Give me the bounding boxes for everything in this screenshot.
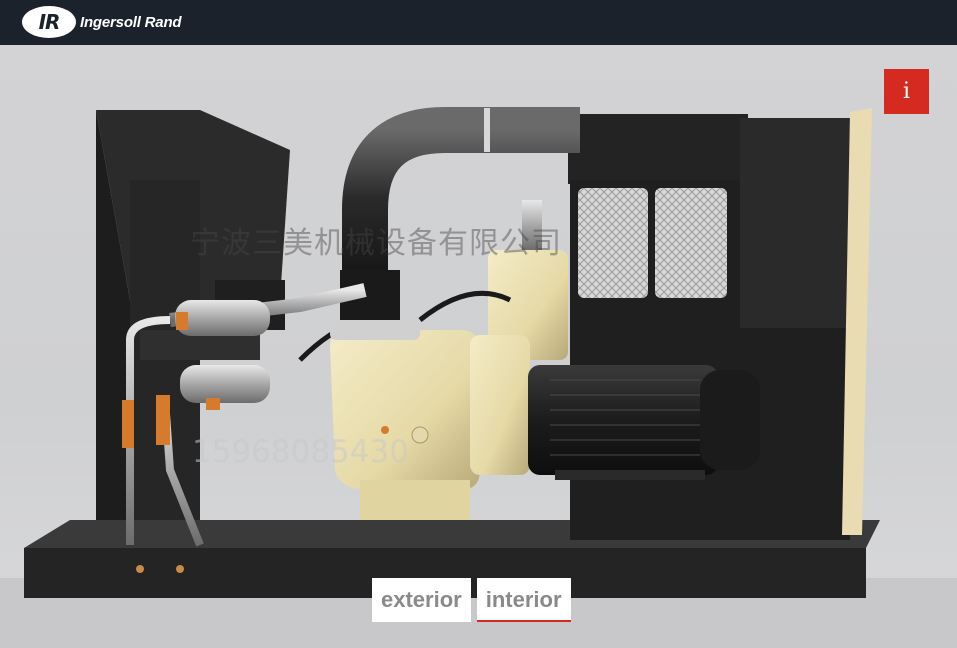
logo-mark-text: IR <box>38 10 61 34</box>
3d-viewer-stage[interactable]: 宁波三美机械设备有限公司 15968085430 i exterior inte… <box>0 45 957 648</box>
ir-logo-icon: IR <box>22 6 76 38</box>
tab-exterior[interactable]: exterior <box>372 578 471 622</box>
compressor-model-render <box>0 107 957 648</box>
brand-name: Ingersoll Rand <box>80 13 182 31</box>
phone-watermark: 15968085430 <box>192 434 409 470</box>
top-bar: IR Ingersoll Rand <box>0 0 957 45</box>
view-tabs: exterior interior <box>372 578 571 622</box>
tab-interior[interactable]: interior <box>476 578 571 622</box>
info-button[interactable]: i <box>884 69 929 114</box>
ingersoll-rand-logo[interactable]: IR Ingersoll Rand <box>22 5 182 39</box>
company-watermark: 宁波三美机械设备有限公司 <box>190 226 562 261</box>
